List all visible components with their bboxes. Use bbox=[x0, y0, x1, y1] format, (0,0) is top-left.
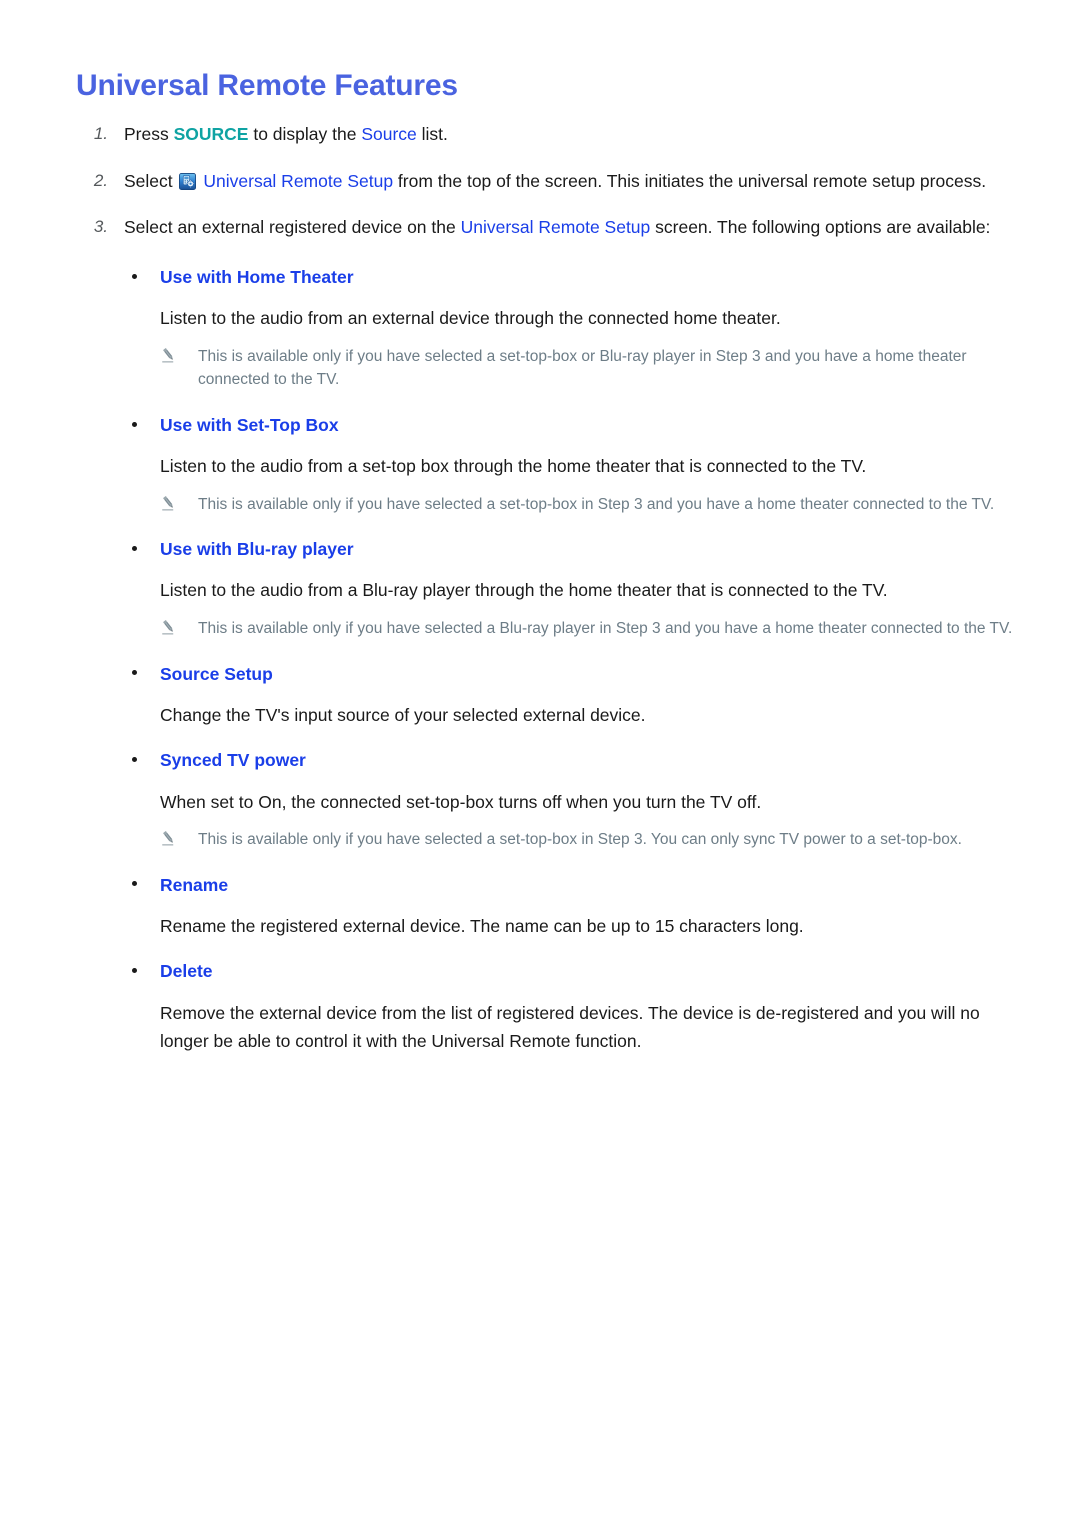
option-note: This is available only if you have selec… bbox=[76, 617, 1018, 641]
pencil-note-icon bbox=[162, 347, 174, 363]
step-item: 2. Select Universal Remote Setup from th… bbox=[76, 167, 1018, 196]
bullet-dot-icon bbox=[132, 670, 137, 676]
option-description: Change the TV's input source of your sel… bbox=[160, 704, 646, 725]
step-text-run: list. bbox=[416, 124, 448, 144]
option-description: Listen to the audio from a set-top box t… bbox=[160, 456, 867, 477]
step-item: 3. Select an external registered device o… bbox=[76, 213, 1018, 242]
option-description: Listen to the audio from an external dev… bbox=[160, 308, 781, 329]
bullet-dot-icon bbox=[132, 968, 137, 974]
numbered-steps-list: 1. Press SOURCE to display the Source lis… bbox=[76, 120, 1018, 242]
option-heading-label: Delete bbox=[160, 961, 213, 982]
option-note-text: This is available only if you have selec… bbox=[198, 620, 1013, 637]
option-note: This is available only if you have selec… bbox=[76, 493, 1018, 517]
document-page: Universal Remote Features 1. Press SOURCE… bbox=[0, 0, 1080, 1527]
universal-remote-setup-icon bbox=[178, 172, 196, 190]
step-text-run: from the top of the screen. This initiat… bbox=[393, 170, 987, 191]
option-note: This is available only if you have selec… bbox=[76, 345, 1018, 392]
option-block: Source Setup Change the TV's input source… bbox=[76, 661, 1018, 730]
bullet-dot-icon bbox=[132, 421, 137, 427]
option-block: Rename Rename the registered external dev… bbox=[76, 872, 1018, 941]
option-block: Synced TV power When set to On, the conne… bbox=[76, 747, 1018, 851]
option-heading[interactable]: Use with Set-Top Box bbox=[76, 412, 1018, 438]
options-list: Use with Home Theater Listen to the audio… bbox=[76, 264, 1018, 1056]
step-number: 1. bbox=[93, 124, 108, 143]
option-heading[interactable]: Delete bbox=[76, 958, 1018, 984]
option-block: Use with Home Theater Listen to the audio… bbox=[76, 264, 1018, 392]
step-text-run: screen. The following options are availa… bbox=[650, 217, 991, 238]
option-block: Use with Blu-ray player Listen to the aud… bbox=[76, 536, 1018, 640]
option-heading-label: Rename bbox=[160, 874, 229, 895]
option-heading-label: Synced TV power bbox=[160, 750, 306, 771]
option-description: Listen to the audio from a Blu-ray playe… bbox=[160, 580, 888, 601]
option-heading-label: Use with Set-Top Box bbox=[160, 414, 339, 435]
bullet-dot-icon bbox=[132, 757, 137, 763]
step-text-run: Press bbox=[124, 124, 174, 144]
option-heading[interactable]: Source Setup bbox=[76, 661, 1018, 687]
step-number: 2. bbox=[93, 170, 108, 190]
bullet-dot-icon bbox=[132, 546, 137, 552]
option-note-text: This is available only if you have selec… bbox=[198, 831, 962, 849]
pencil-note-icon bbox=[162, 495, 174, 511]
pencil-note-icon bbox=[162, 831, 174, 846]
step-text-run: Select an external registered device on … bbox=[124, 217, 461, 238]
option-block: Use with Set-Top Box Listen to the audio … bbox=[76, 412, 1018, 516]
menu-link-label[interactable]: Source bbox=[361, 124, 416, 144]
menu-link-label[interactable]: Universal Remote Setup bbox=[461, 217, 651, 237]
option-heading[interactable]: Use with Home Theater bbox=[76, 264, 1018, 290]
option-note-text: This is available only if you have selec… bbox=[198, 495, 995, 513]
option-heading[interactable]: Synced TV power bbox=[76, 747, 1018, 773]
source-key-label[interactable]: SOURCE bbox=[174, 124, 249, 144]
option-description: When set to On, the connected set-top-bo… bbox=[160, 791, 762, 812]
option-note-text: This is available only if you have selec… bbox=[198, 347, 967, 389]
step-number: 3. bbox=[93, 217, 108, 237]
option-heading[interactable]: Rename bbox=[76, 872, 1018, 898]
step-text-run: Select bbox=[124, 170, 178, 191]
step-text-run: to display the bbox=[248, 124, 362, 144]
option-note: This is available only if you have selec… bbox=[76, 828, 1018, 852]
step-text: Select Universal Remote Setup from the t… bbox=[124, 171, 986, 191]
option-heading-label: Use with Home Theater bbox=[160, 267, 354, 288]
option-heading[interactable]: Use with Blu-ray player bbox=[76, 536, 1018, 562]
page-title: Universal Remote Features bbox=[76, 69, 458, 102]
step-text: Select an external registered device on … bbox=[124, 217, 990, 237]
option-block: Delete Remove the external device from th… bbox=[76, 958, 1018, 1055]
menu-link-label[interactable]: Universal Remote Setup bbox=[203, 171, 393, 191]
option-description: Remove the external device from the list… bbox=[160, 1002, 980, 1052]
option-description: Rename the registered external device. T… bbox=[160, 915, 804, 936]
bullet-dot-icon bbox=[132, 273, 137, 279]
step-item: 1. Press SOURCE to display the Source lis… bbox=[76, 120, 1018, 149]
option-heading-label: Source Setup bbox=[160, 663, 273, 684]
bullet-dot-icon bbox=[132, 881, 137, 887]
pencil-note-icon bbox=[162, 620, 174, 635]
option-heading-label: Use with Blu-ray player bbox=[160, 539, 354, 560]
step-text: Press SOURCE to display the Source list. bbox=[124, 124, 448, 144]
